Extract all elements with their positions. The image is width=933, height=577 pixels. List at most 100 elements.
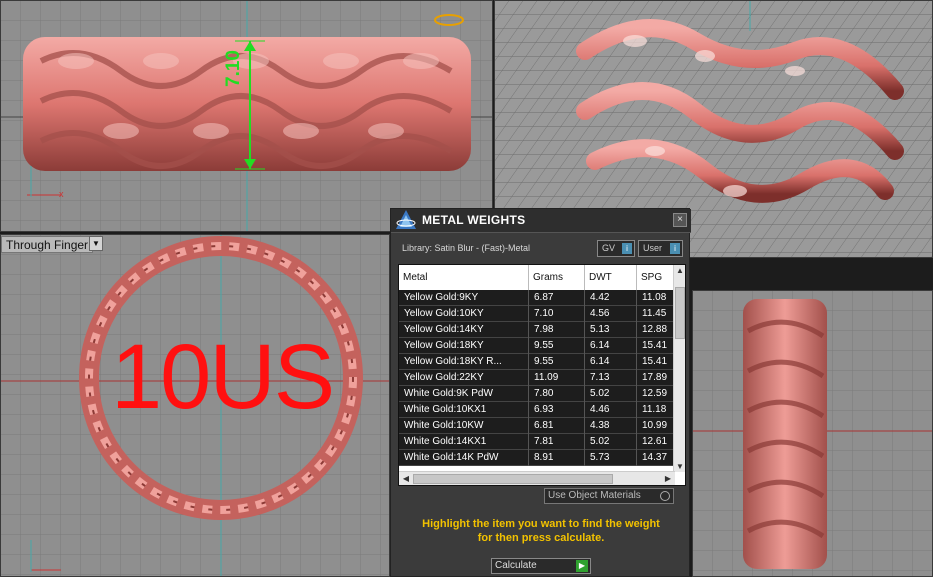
radio-icon xyxy=(660,491,670,501)
dimension-label: 7.10 xyxy=(223,50,244,87)
metal-cell: Yellow Gold:10KY xyxy=(399,306,529,322)
calculate-button[interactable]: Calculate ▶ xyxy=(491,558,591,574)
metal-cell: Yellow Gold:9KY xyxy=(399,290,529,306)
instruction-line-1: Highlight the item you want to find the … xyxy=(422,518,660,530)
spg-cell: 12.88 xyxy=(637,322,677,338)
metal-cell: Yellow Gold:14KY xyxy=(399,322,529,338)
use-object-materials-toggle[interactable]: Use Object Materials xyxy=(544,488,674,504)
grams-cell: 6.87 xyxy=(529,290,585,306)
horizontal-scroll-thumb[interactable] xyxy=(413,474,613,484)
instruction-line-2: for then press calculate. xyxy=(477,532,605,544)
table-header: Metal Grams DWT SPG xyxy=(399,265,677,290)
calculate-label: Calculate xyxy=(495,560,537,571)
scroll-left-icon[interactable]: ◀ xyxy=(400,474,412,483)
column-header-metal[interactable]: Metal xyxy=(399,265,529,290)
panel-title: METAL WEIGHTS xyxy=(422,213,526,227)
info-icon: i xyxy=(622,243,632,254)
instruction-text: Highlight the item you want to find the … xyxy=(391,517,691,545)
spg-cell: 11.08 xyxy=(637,290,677,306)
grams-cell: 7.81 xyxy=(529,434,585,450)
metal-cell: Yellow Gold:18KY R... xyxy=(399,354,529,370)
vertical-scroll-thumb[interactable] xyxy=(675,287,685,339)
grams-cell: 7.10 xyxy=(529,306,585,322)
scroll-up-icon[interactable]: ▲ xyxy=(674,266,685,275)
scroll-down-icon[interactable]: ▼ xyxy=(674,462,685,471)
dwt-cell: 6.14 xyxy=(585,354,637,370)
table-row[interactable]: Yellow Gold:18KY 9.55 6.14 15.41 xyxy=(399,338,677,354)
viewport-front[interactable]: 7.10 x xyxy=(0,0,493,232)
dwt-cell: 5.73 xyxy=(585,450,637,466)
grams-cell: 6.93 xyxy=(529,402,585,418)
user-toggle[interactable]: User i xyxy=(638,240,683,257)
grams-cell: 9.55 xyxy=(529,338,585,354)
ring-size-text: 10US xyxy=(111,326,335,428)
metal-table: Metal Grams DWT SPG Yellow Gold:9KY 6.87 4… xyxy=(398,264,686,486)
table-rows: Yellow Gold:9KY 6.87 4.42 11.08 Yellow Gold… xyxy=(399,290,677,466)
grams-cell: 6.81 xyxy=(529,418,585,434)
gv-label: GV xyxy=(602,243,616,253)
spg-cell: 12.59 xyxy=(637,386,677,402)
axis-x-label: x xyxy=(59,189,64,199)
table-row[interactable]: White Gold:14K PdW 8.91 5.73 14.37 xyxy=(399,450,677,466)
play-icon: ▶ xyxy=(576,560,588,572)
metal-cell: White Gold:14KX1 xyxy=(399,434,529,450)
app-logo-icon xyxy=(396,210,416,229)
dwt-cell: 7.13 xyxy=(585,370,637,386)
dwt-cell: 5.13 xyxy=(585,322,637,338)
metal-cell: White Gold:14K PdW xyxy=(399,450,529,466)
dwt-cell: 4.56 xyxy=(585,306,637,322)
dwt-cell: 4.38 xyxy=(585,418,637,434)
dwt-cell: 6.14 xyxy=(585,338,637,354)
view-mode-dropdown[interactable]: ▼ xyxy=(89,236,103,251)
scroll-right-icon[interactable]: ▶ xyxy=(662,474,674,483)
table-row[interactable]: White Gold:9K PdW 7.80 5.02 12.59 xyxy=(399,386,677,402)
gv-toggle[interactable]: GV i xyxy=(597,240,635,257)
info-icon: i xyxy=(670,243,680,254)
column-header-dwt[interactable]: DWT xyxy=(585,265,637,290)
dwt-cell: 4.42 xyxy=(585,290,637,306)
table-row[interactable]: White Gold:14KX1 7.81 5.02 12.61 xyxy=(399,434,677,450)
metal-cell: White Gold:9K PdW xyxy=(399,386,529,402)
side-view-canvas xyxy=(693,291,932,576)
spg-cell: 15.41 xyxy=(637,338,677,354)
viewport-through-finger[interactable]: Through Finger ▼ 10US xyxy=(0,234,390,577)
view-mode-label: Through Finger xyxy=(1,236,93,253)
horizontal-scrollbar[interactable]: ◀ ▶ xyxy=(399,471,675,485)
table-row[interactable]: White Gold:10KX1 6.93 4.46 11.18 xyxy=(399,402,677,418)
view-mode-text: Through Finger xyxy=(6,238,89,252)
spg-cell: 11.18 xyxy=(637,402,677,418)
spg-cell: 10.99 xyxy=(637,418,677,434)
table-row[interactable]: Yellow Gold:9KY 6.87 4.42 11.08 xyxy=(399,290,677,306)
grams-cell: 8.91 xyxy=(529,450,585,466)
table-row[interactable]: Yellow Gold:14KY 7.98 5.13 12.88 xyxy=(399,322,677,338)
table-row[interactable]: White Gold:10KW 6.81 4.38 10.99 xyxy=(399,418,677,434)
viewport-side[interactable] xyxy=(692,290,933,577)
close-icon[interactable]: × xyxy=(673,213,687,227)
metal-cell: Yellow Gold:18KY xyxy=(399,338,529,354)
user-label: User xyxy=(643,243,663,253)
grams-cell: 9.55 xyxy=(529,354,585,370)
dwt-cell: 5.02 xyxy=(585,386,637,402)
spg-cell: 17.89 xyxy=(637,370,677,386)
grams-cell: 11.09 xyxy=(529,370,585,386)
column-header-spg[interactable]: SPG xyxy=(637,265,677,290)
column-header-grams[interactable]: Grams xyxy=(529,265,585,290)
spg-cell: 11.45 xyxy=(637,306,677,322)
table-row[interactable]: Yellow Gold:22KY 11.09 7.13 17.89 xyxy=(399,370,677,386)
library-label: Library: Satin Blur - (Fast)-Metal xyxy=(402,243,531,253)
grams-cell: 7.98 xyxy=(529,322,585,338)
metal-weights-panel: METAL WEIGHTS × Library: Satin Blur - (F… xyxy=(390,208,691,577)
metal-cell: White Gold:10KW xyxy=(399,418,529,434)
spg-cell: 14.37 xyxy=(637,450,677,466)
table-row[interactable]: Yellow Gold:10KY 7.10 4.56 11.45 xyxy=(399,306,677,322)
spg-cell: 15.41 xyxy=(637,354,677,370)
grams-cell: 7.80 xyxy=(529,386,585,402)
dwt-cell: 5.02 xyxy=(585,434,637,450)
vertical-scrollbar[interactable]: ▲ ▼ xyxy=(673,265,685,472)
use-object-materials-label: Use Object Materials xyxy=(548,490,641,501)
table-row[interactable]: Yellow Gold:18KY R... 9.55 6.14 15.41 xyxy=(399,354,677,370)
metal-cell: White Gold:10KX1 xyxy=(399,402,529,418)
spg-cell: 12.61 xyxy=(637,434,677,450)
dwt-cell: 4.46 xyxy=(585,402,637,418)
panel-titlebar[interactable]: METAL WEIGHTS × xyxy=(391,209,691,233)
